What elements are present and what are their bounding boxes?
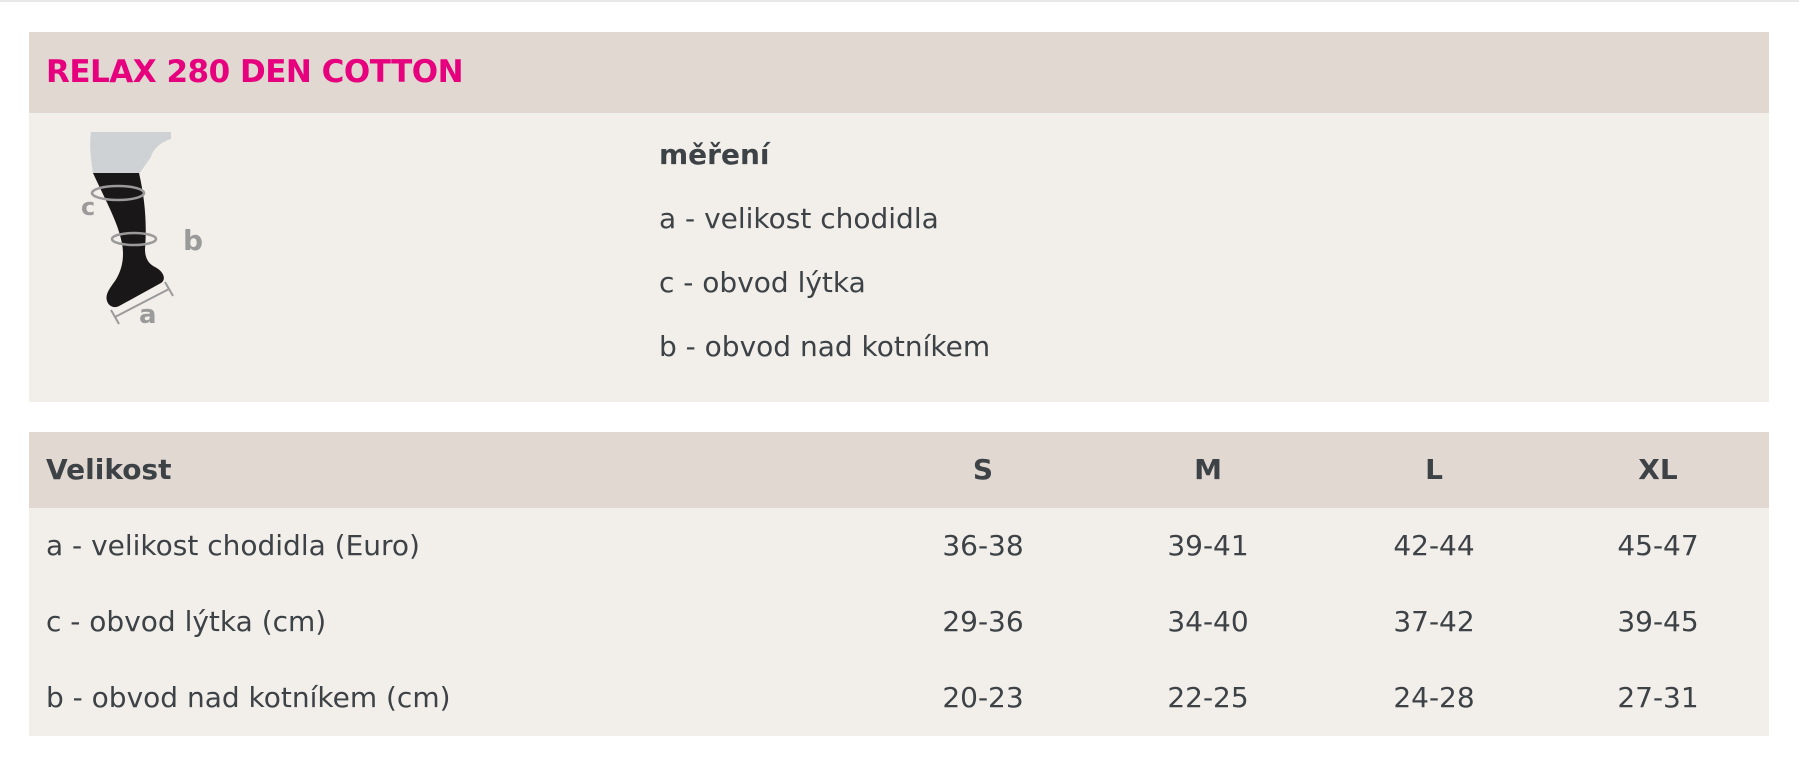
cell-value: 27-31 <box>1617 681 1699 714</box>
header-size-l: L <box>1425 453 1443 486</box>
cell-value: 34-40 <box>1167 605 1249 638</box>
size-table-body: a - velikost chodidla (Euro) 36-38 39-41… <box>29 508 1769 736</box>
cell-value: 39-45 <box>1617 605 1699 638</box>
header-velikost: Velikost <box>46 453 172 486</box>
diagram-label-b: b <box>183 224 203 257</box>
table-row: c - obvod lýtka (cm) 29-36 34-40 37-42 3… <box>29 584 1769 660</box>
table-row: b - obvod nad kotníkem (cm) 20-23 22-25 … <box>29 660 1769 736</box>
table-header-row: Velikost S M L XL <box>29 432 1769 508</box>
product-title: RELAX 280 DEN COTTON <box>46 54 464 90</box>
header-size-xl: XL <box>1638 453 1678 486</box>
cell-value: 20-23 <box>942 681 1024 714</box>
cell-value: 37-42 <box>1393 605 1475 638</box>
diagram-label-a: a <box>139 300 157 330</box>
foot-length-tick-left <box>110 309 120 325</box>
diagram-label-c: c <box>81 193 95 221</box>
row-label: a - velikost chodidla (Euro) <box>46 529 420 562</box>
row-label: c - obvod lýtka (cm) <box>46 605 327 638</box>
measurement-legend: měření a - velikost chodidla c - obvod l… <box>659 135 990 391</box>
leg-illustration: c b a <box>81 132 203 330</box>
cell-value: 22-25 <box>1167 681 1249 714</box>
product-title-bar: RELAX 280 DEN COTTON <box>29 32 1769 113</box>
top-divider <box>0 0 1799 2</box>
row-label: b - obvod nad kotníkem (cm) <box>46 681 451 714</box>
header-size-s: S <box>972 453 994 486</box>
measurement-item-c: c - obvod lýtka <box>659 266 866 299</box>
leg-measurement-diagram: c b a <box>79 129 219 339</box>
header-size-m: M <box>1194 453 1222 486</box>
cell-value: 29-36 <box>942 605 1024 638</box>
cell-value: 39-41 <box>1167 529 1249 562</box>
measurement-item-a: a - velikost chodidla <box>659 202 939 235</box>
cell-value: 42-44 <box>1393 529 1475 562</box>
cell-value: 24-28 <box>1393 681 1475 714</box>
measurement-item-b: b - obvod nad kotníkem <box>659 330 991 363</box>
cell-value: 45-47 <box>1617 529 1699 562</box>
foot-length-tick-right <box>164 281 174 297</box>
measurement-section: c b a měření a - velikost chodidla c - o… <box>29 113 1769 402</box>
upper-leg-shape <box>90 132 171 174</box>
table-row: a - velikost chodidla (Euro) 36-38 39-41… <box>29 508 1769 584</box>
measurement-heading: měření <box>659 138 770 171</box>
size-table-header: Velikost S M L XL <box>29 432 1769 508</box>
stocking-shape <box>93 173 164 308</box>
cell-value: 36-38 <box>942 529 1024 562</box>
